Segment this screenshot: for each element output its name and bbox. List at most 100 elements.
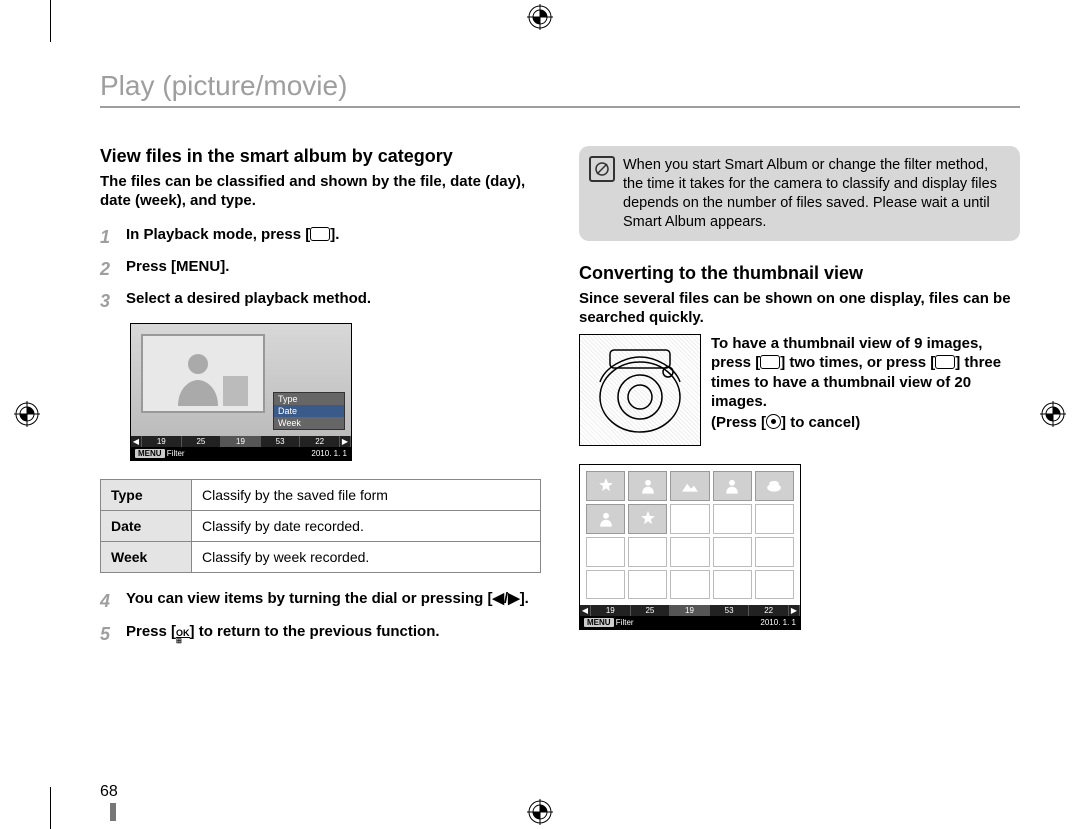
page-number: 68 [100, 783, 118, 801]
date-cell: 53 [710, 605, 750, 616]
table-row: TypeClassify by the saved file form [101, 480, 541, 511]
date-cell: 19 [142, 436, 182, 447]
thumb-cell-empty [628, 570, 667, 600]
step-text: Select a desired playback method. [126, 289, 371, 313]
crop-mark [50, 0, 51, 42]
section-heading: Converting to the thumbnail view [579, 263, 1020, 284]
table-header-cell: Week [101, 542, 192, 573]
thumb-cell-empty [713, 537, 752, 567]
section-heading: View files in the smart album by categor… [100, 146, 541, 167]
content-area: Play (picture/movie) View files in the s… [100, 70, 1020, 789]
registration-mark-icon [527, 799, 553, 825]
record-button-icon [766, 414, 781, 429]
thumb-cell [755, 471, 794, 501]
table-row: WeekClassify by week recorded. [101, 542, 541, 573]
date-cell: 53 [261, 436, 301, 447]
registration-mark-icon [1040, 401, 1066, 427]
thumb-cell-empty [755, 570, 794, 600]
date-cell-current: 19 [221, 436, 261, 447]
thumb-cell-empty [713, 504, 752, 534]
thumb-cell [586, 504, 625, 534]
thumbnail-button-icon [760, 355, 780, 369]
date-cell-current: 19 [670, 605, 710, 616]
step-text: In Playback mode, press [ [126, 226, 310, 243]
menu-badge: MENU [584, 618, 614, 627]
page-title: Play (picture/movie) [100, 70, 1020, 102]
step-4: 4 You can view items by turning the dial… [100, 589, 541, 613]
text: (Press [ [711, 414, 766, 431]
thumbnail-button-icon [310, 227, 330, 241]
thumbnail-button-icon [935, 355, 955, 369]
table-row: DateClassify by date recorded. [101, 511, 541, 542]
note-text: When you start Smart Album or change the… [623, 157, 997, 230]
note-icon [589, 156, 615, 182]
date-cell: 22 [300, 436, 340, 447]
thumb-cell [713, 471, 752, 501]
step-text: Press [ [126, 623, 176, 640]
step-3: 3 Select a desired playback method. [100, 289, 541, 313]
menu-item-selected: Date [274, 405, 344, 417]
menu-item: Week [274, 417, 344, 429]
footer-date: 2010. 1. 1 [760, 618, 796, 627]
step-2: 2 Press [MENU]. [100, 257, 541, 281]
step-text: ]. [220, 258, 229, 275]
filter-label: Filter [167, 449, 185, 458]
lcd-date-strip: ◀ 19 25 19 53 22 ▶ [131, 436, 351, 447]
thumb-cell [586, 471, 625, 501]
thumb-cell [628, 504, 667, 534]
grid-footer: MENU Filter 2010. 1. 1 [580, 616, 800, 629]
table-header-cell: Type [101, 480, 192, 511]
crop-mark [50, 787, 51, 829]
thumbnail-instruction-text: To have a thumbnail view of 9 images, pr… [711, 334, 1020, 433]
step-text: Press [ [126, 258, 176, 275]
table-cell: Classify by date recorded. [192, 511, 541, 542]
thumb-cell-empty [586, 537, 625, 567]
thumb-cell-empty [755, 537, 794, 567]
classification-table: TypeClassify by the saved file form Date… [100, 479, 541, 573]
thumbnail-grid-illustration: ◀ 19 25 19 53 22 ▶ MENU Filter 2010. 1. … [579, 464, 801, 631]
table-header-cell: Date [101, 511, 192, 542]
ok-button-icon: OK⊞ [176, 629, 190, 646]
registration-mark-icon [527, 4, 553, 30]
text: ] to cancel) [781, 414, 860, 431]
camera-illustration [579, 334, 701, 446]
step-text: You can view items by turning the dial o… [126, 589, 529, 613]
thumb-cell-empty [755, 504, 794, 534]
date-cell: 19 [591, 605, 631, 616]
menu-item: Type [274, 393, 344, 405]
info-note: When you start Smart Album or change the… [579, 146, 1020, 241]
thumb-cell-empty [628, 537, 667, 567]
page-number-bar [110, 803, 116, 821]
lcd-footer: MENU Filter 2010. 1. 1 [131, 447, 351, 460]
text: ] two times, or press [ [780, 354, 935, 371]
step-5: 5 Press [OK⊞] to return to the previous … [100, 622, 541, 646]
photo-silhouette [141, 334, 265, 413]
footer-date: 2010. 1. 1 [311, 449, 347, 458]
date-cell: 22 [749, 605, 789, 616]
date-cell: 25 [182, 436, 222, 447]
lcd-filter-menu: Type Date Week [273, 392, 345, 430]
thumbnail-instruction-row: To have a thumbnail view of 9 images, pr… [579, 334, 1020, 446]
menu-label: MENU [176, 258, 220, 275]
registration-mark-icon [14, 401, 40, 427]
table-cell: Classify by week recorded. [192, 542, 541, 573]
menu-badge: MENU [135, 449, 165, 458]
filter-label: Filter [616, 618, 634, 627]
thumb-cell-empty [586, 570, 625, 600]
section-lead: The files can be classified and shown by… [100, 173, 541, 211]
step-text: ] to return to the previous function. [190, 623, 440, 640]
thumb-cell [628, 471, 667, 501]
grid-date-strip: ◀ 19 25 19 53 22 ▶ [580, 605, 800, 616]
left-column: View files in the smart album by categor… [100, 146, 541, 654]
right-column: When you start Smart Album or change the… [579, 146, 1020, 654]
lcd-illustration: Type Date Week ◀ 19 25 19 53 22 ▶ [130, 323, 352, 461]
steps-list-continued: 4 You can view items by turning the dial… [100, 589, 541, 646]
steps-list: 1 In Playback mode, press []. 2 Press [M… [100, 225, 541, 314]
thumb-cell-empty [713, 570, 752, 600]
thumb-cell-empty [670, 570, 709, 600]
thumb-cell [670, 471, 709, 501]
step-text: ]. [330, 226, 339, 243]
thumb-cell-empty [670, 504, 709, 534]
section-lead: Since several files can be shown on one … [579, 290, 1020, 328]
manual-page: Play (picture/movie) View files in the s… [0, 0, 1080, 829]
